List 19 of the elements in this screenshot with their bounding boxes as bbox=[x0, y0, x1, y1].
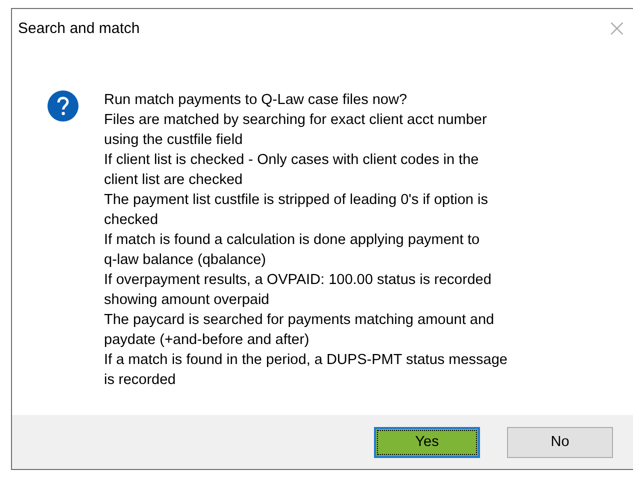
message-line: If client list is checked - Only cases with client codes in the bbox=[104, 151, 480, 170]
message-line: Run match payments to Q-Law case files now? bbox=[104, 91, 408, 110]
dialog-button[interactable]: Yes bbox=[374, 426, 480, 458]
message-line: If match is found a calculation is done applying payment to bbox=[104, 231, 481, 250]
dialog-button[interactable]: No bbox=[507, 426, 613, 458]
message-line: If a match is found in the period, a DUPS-PMT status message bbox=[104, 351, 508, 370]
message-line: The payment list custfile is stripped of leading 0's if option is bbox=[104, 191, 489, 210]
message-line: using the custfile field bbox=[104, 131, 244, 150]
message-line: The paycard is searched for payments matching amount and bbox=[104, 311, 496, 330]
question-icon bbox=[47, 90, 79, 122]
window-title: Search and match bbox=[18, 20, 140, 36]
message-line: showing amount overpaid bbox=[104, 291, 270, 310]
message-line: Files are matched by searching for exact client acct number bbox=[104, 111, 488, 130]
message-line: q-law balance (qbalance) bbox=[104, 251, 268, 270]
message-line: client list are checked bbox=[104, 171, 244, 190]
message-line: If overpayment results, a OVPAID: 100.00 status is recorded bbox=[104, 271, 492, 290]
message-line: checked bbox=[104, 211, 160, 230]
message-line: is recorded bbox=[104, 371, 177, 390]
message-line: paydate (+and-before and after) bbox=[104, 331, 310, 350]
